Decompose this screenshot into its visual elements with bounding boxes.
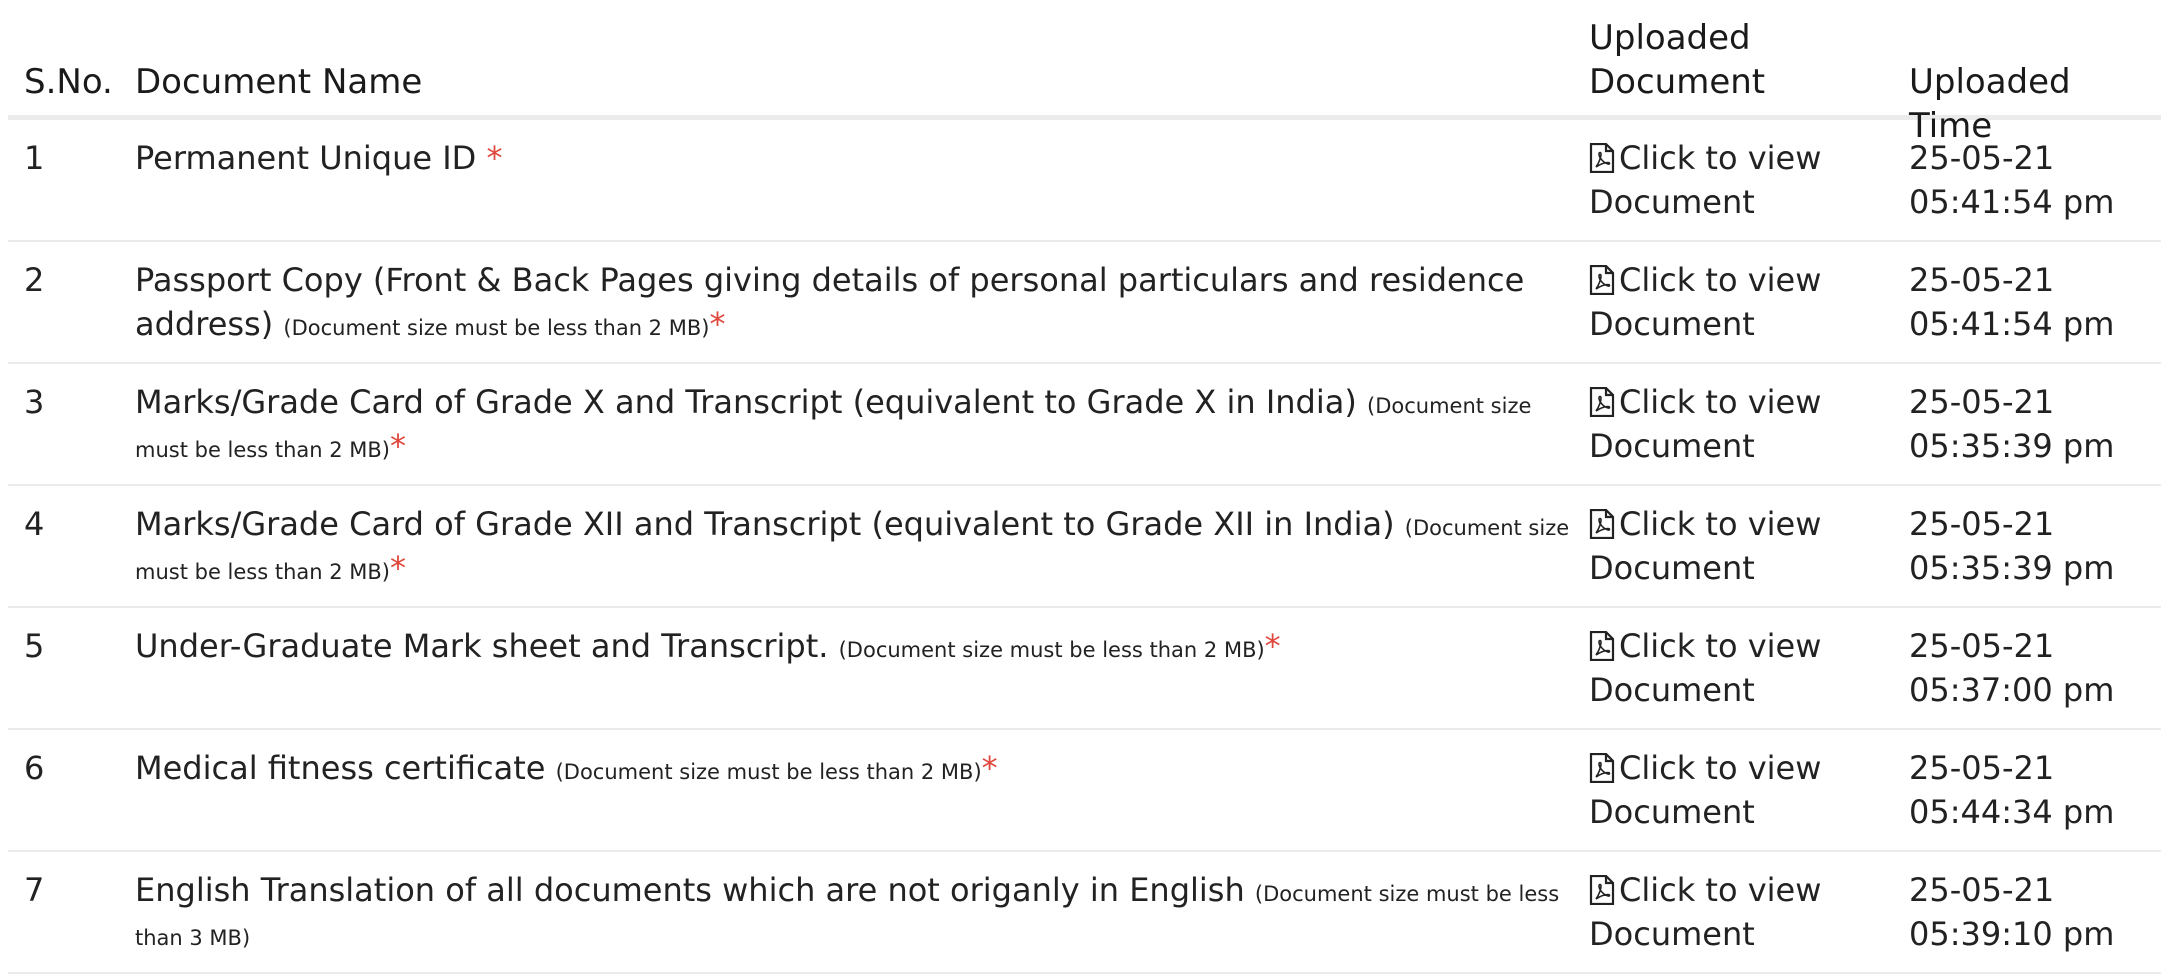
row-document-name: Medical fitness certificate (Document si… <box>135 746 1575 790</box>
view-document-link[interactable]: Click to view Document <box>1589 380 1889 468</box>
view-document-label[interactable]: Click to view Document <box>1589 261 1821 343</box>
size-note: (Document size must be less than 2 MB) <box>283 316 710 340</box>
table-row: 4 Marks/Grade Card of Grade XII and Tran… <box>8 486 2161 608</box>
row-document-name: Permanent Unique ID * <box>135 136 1575 180</box>
table-row: 7 English Translation of all documents w… <box>8 852 2161 974</box>
document-name-text: Under-Graduate Mark sheet and Transcript… <box>135 627 829 665</box>
view-document-link[interactable]: Click to view Document <box>1589 258 1889 346</box>
file-pdf-icon <box>1589 143 1615 173</box>
document-name-text: English Translation of all documents whi… <box>135 871 1245 909</box>
view-document-link[interactable]: Click to view Document <box>1589 502 1889 590</box>
row-sno: 2 <box>24 261 45 299</box>
row-sno: 7 <box>24 871 45 909</box>
file-pdf-icon <box>1589 631 1615 661</box>
row-document-name: Passport Copy (Front & Back Pages giving… <box>135 258 1575 346</box>
view-document-label[interactable]: Click to view Document <box>1589 505 1821 587</box>
row-sno: 5 <box>24 627 45 665</box>
row-document-name: Marks/Grade Card of Grade X and Transcri… <box>135 380 1575 468</box>
document-name-text: Marks/Grade Card of Grade XII and Transc… <box>135 505 1395 543</box>
documents-table: S.No. Document Name Uploaded Document Up… <box>8 0 2161 974</box>
required-star: * <box>390 427 407 465</box>
file-pdf-icon <box>1589 753 1615 783</box>
header-sno: S.No. <box>24 62 113 102</box>
required-star: * <box>981 749 998 787</box>
view-document-link[interactable]: Click to view Document <box>1589 136 1889 224</box>
table-row: 6 Medical fitness certificate (Document … <box>8 730 2161 852</box>
header-uploaded-document: Uploaded Document <box>1589 18 1766 102</box>
uploaded-time: 25-05-21 05:35:39 pm <box>1909 383 2115 465</box>
file-pdf-icon <box>1589 265 1615 295</box>
view-document-link[interactable]: Click to view Document <box>1589 746 1889 834</box>
row-document-name: English Translation of all documents whi… <box>135 868 1575 956</box>
required-star: * <box>1264 627 1281 665</box>
table-body: 1 Permanent Unique ID * Click to view Do… <box>8 120 2161 974</box>
view-document-label[interactable]: Click to view Document <box>1589 871 1821 953</box>
view-document-label[interactable]: Click to view Document <box>1589 139 1821 221</box>
table-row: 3 Marks/Grade Card of Grade X and Transc… <box>8 364 2161 486</box>
table-row: 1 Permanent Unique ID * Click to view Do… <box>8 120 2161 242</box>
row-document-name: Marks/Grade Card of Grade XII and Transc… <box>135 502 1575 590</box>
uploaded-time: 25-05-21 05:37:00 pm <box>1909 627 2115 709</box>
view-document-link[interactable]: Click to view Document <box>1589 868 1889 956</box>
row-sno: 1 <box>24 139 45 177</box>
table-header: S.No. Document Name Uploaded Document Up… <box>8 0 2161 146</box>
row-document-name: Under-Graduate Mark sheet and Transcript… <box>135 624 1575 668</box>
view-document-link[interactable]: Click to view Document <box>1589 624 1889 712</box>
file-pdf-icon <box>1589 509 1615 539</box>
table-row: 2 Passport Copy (Front & Back Pages givi… <box>8 242 2161 364</box>
document-name-text: Medical fitness certificate <box>135 749 546 787</box>
row-sno: 4 <box>24 505 45 543</box>
size-note: (Document size must be less than 2 MB) <box>555 760 982 784</box>
required-star: * <box>486 139 503 177</box>
size-note: (Document size must be less than 2 MB) <box>838 638 1265 662</box>
required-star: * <box>390 549 407 587</box>
file-pdf-icon <box>1589 875 1615 905</box>
uploaded-time: 25-05-21 05:44:34 pm <box>1909 749 2115 831</box>
uploaded-time: 25-05-21 05:39:10 pm <box>1909 871 2115 953</box>
uploaded-time: 25-05-21 05:41:54 pm <box>1909 261 2115 343</box>
row-sno: 3 <box>24 383 45 421</box>
required-star: * <box>709 305 726 343</box>
uploaded-time: 25-05-21 05:35:39 pm <box>1909 505 2115 587</box>
view-document-label[interactable]: Click to view Document <box>1589 383 1821 465</box>
uploaded-time: 25-05-21 05:41:54 pm <box>1909 139 2115 221</box>
view-document-label[interactable]: Click to view Document <box>1589 627 1821 709</box>
file-pdf-icon <box>1589 387 1615 417</box>
row-sno: 6 <box>24 749 45 787</box>
document-name-text: Permanent Unique ID <box>135 139 477 177</box>
table-row: 5 Under-Graduate Mark sheet and Transcri… <box>8 608 2161 730</box>
header-document-name: Document Name <box>135 62 423 102</box>
document-name-text: Marks/Grade Card of Grade X and Transcri… <box>135 383 1357 421</box>
view-document-label[interactable]: Click to view Document <box>1589 749 1821 831</box>
